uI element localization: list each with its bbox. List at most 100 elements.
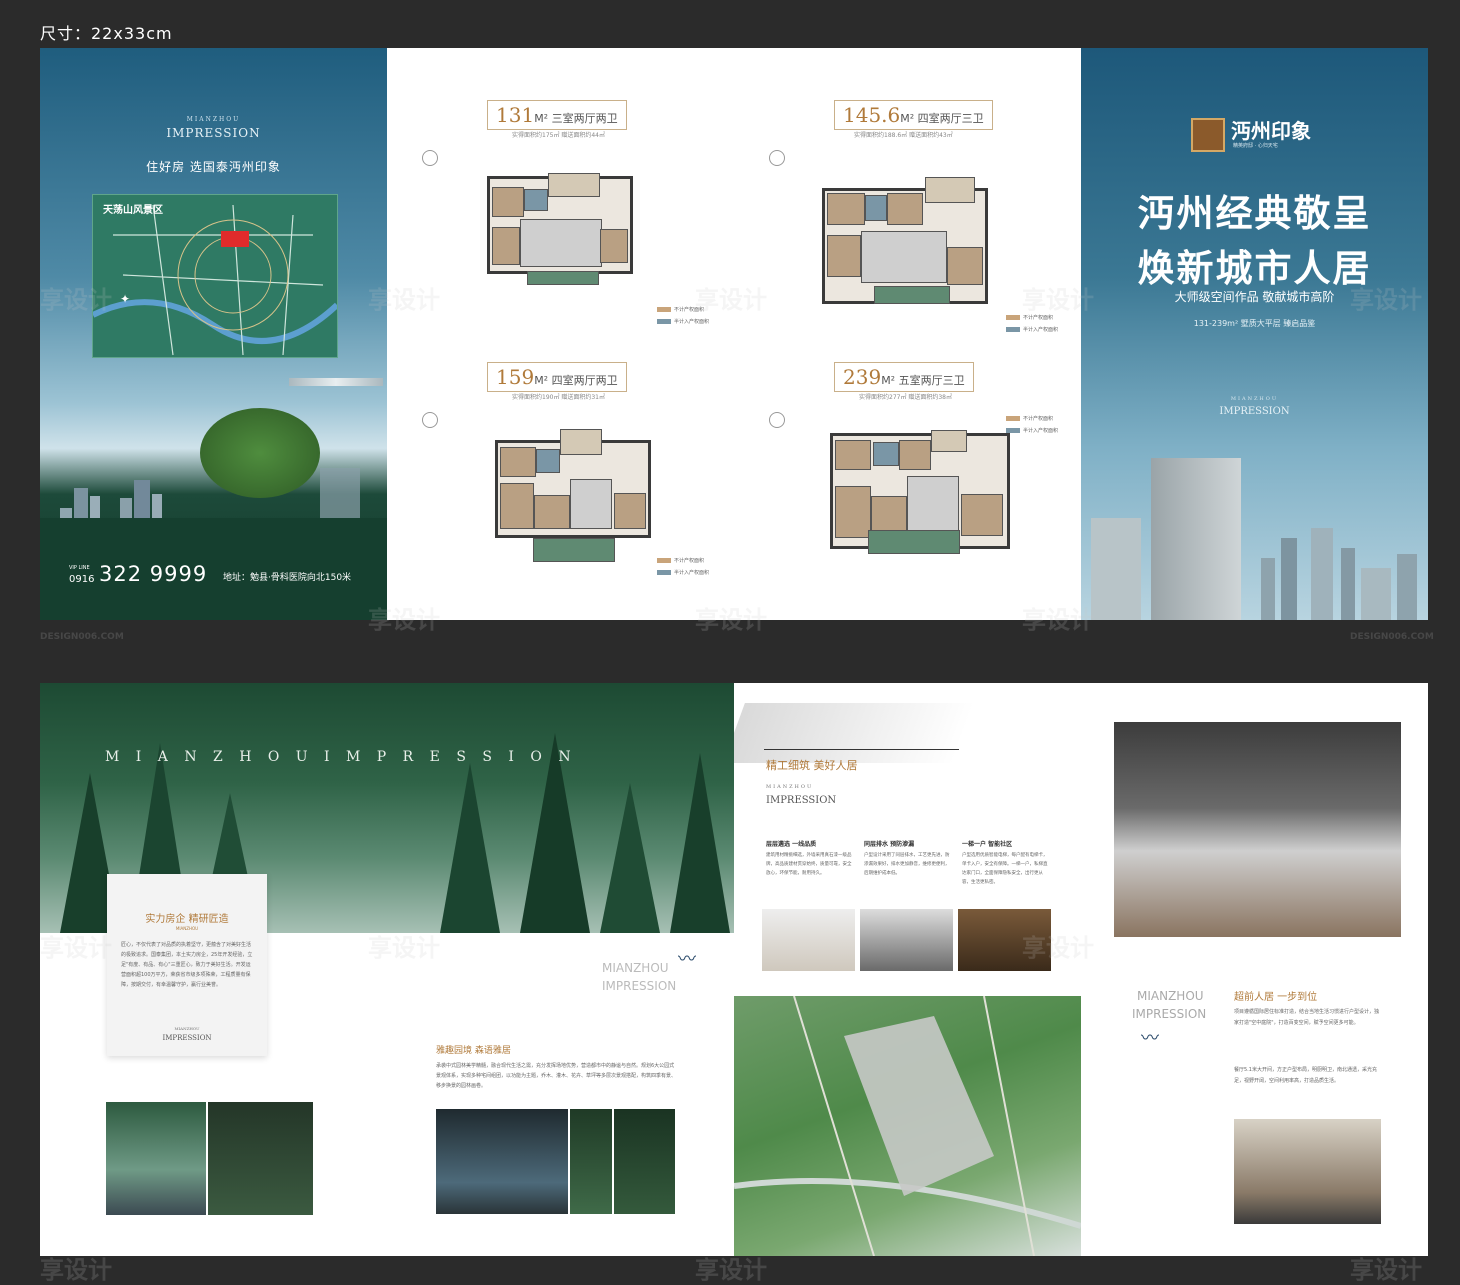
plan-unit: M² (881, 374, 896, 387)
plan-131-title: 131M² 三室两厅两卫 (487, 100, 627, 130)
legend-a-label: 不计产权面积 (1023, 416, 1054, 422)
plan-unit: M² (534, 374, 549, 387)
plan-rooms: 三室两厅两卫 (551, 112, 618, 125)
logo-text: 沔州印象 (1231, 119, 1311, 143)
balcony (533, 538, 615, 562)
plan-rooms: 五室两厅三卫 (898, 374, 965, 387)
interior-brand: IMPRESSION (1132, 1007, 1207, 1021)
location-map: ✦ 天荡山风景区 (92, 194, 338, 358)
interior-panel: MIANZHOU IMPRESSION 〰 超前人居 一步到位 项目遵循国际居住… (1081, 683, 1428, 1256)
legend-b: 半计入产权面积 (657, 318, 709, 325)
plan-131-drawing (487, 173, 633, 274)
card-body: 匠心，不仅代表了对品质的执着坚守，更蕴含了对美好生活的极致追求。国泰集团，本土实… (121, 942, 253, 988)
plan-area: 239 (843, 365, 882, 389)
area-code: 0916 (69, 574, 95, 585)
plan-239-title: 239M² 五室两厅三卫 (834, 362, 974, 392)
card-brand: IMPRESSION (162, 1034, 212, 1042)
compass-icon (769, 412, 785, 428)
plan-area: 145.6 (843, 103, 901, 127)
garden-photo-3 (436, 1109, 568, 1214)
brand-en: IMPRESSION (166, 126, 261, 140)
legend-a-label: 不计产权面积 (1023, 315, 1054, 321)
plan-159-drawing (495, 429, 651, 538)
slogan: 住好房 选国泰沔州印象 (146, 160, 281, 174)
brand-en-top: MIANZHOU (1230, 396, 1279, 402)
col2-title: 同层排水 预防渗漏 (864, 841, 915, 848)
cover-left-panel: MIANZHOU IMPRESSION 住好房 选国泰沔州印象 ✦ 天荡山风景区… (40, 48, 387, 620)
quality-title: 精工细筑 美好人居 (766, 759, 858, 772)
col3-title: 一梯一户 智能社区 (962, 841, 1013, 848)
interior-title: 超前人居 一步到位 (1234, 992, 1318, 1003)
svg-text:✦: ✦ (120, 292, 130, 306)
garden-photo-2 (208, 1102, 313, 1215)
tree-image (200, 408, 320, 498)
plan-area: 131 (496, 103, 535, 127)
garden-title: 雅趣园境 森语雅居 (436, 1046, 511, 1056)
garden-body: 承袭中式园林美学精髓，融合现代生活之需，充分发挥场地优势，营造都市中的静谧与自然… (436, 1063, 677, 1089)
mz-brand-top: MIANZHOU (602, 961, 669, 975)
garden-photo-4 (570, 1109, 612, 1214)
col1-title: 层层遴选 一线品质 (766, 841, 817, 848)
plan-145-title: 145.6M² 四室两厅三卫 (834, 100, 993, 130)
interior-body-1: 项目遵循国际居住标准打造，结合当地生活习惯进行户型设计，独家打造"空中庭院"，打… (1234, 1009, 1380, 1026)
swallow-icon: 〰 (1141, 1028, 1159, 1049)
plan-unit: M² (534, 112, 549, 125)
balcony (868, 530, 960, 554)
legend-b: 半计入产权面积 (1006, 326, 1058, 333)
plan-unit: M² (900, 112, 915, 125)
balcony (527, 271, 599, 285)
headline-2: 焕新城市人居 (1137, 246, 1372, 290)
watermark-url: DESIGN006.COM (1350, 632, 1434, 642)
plan-159-sub: 实得面积约190㎡ 赠送面积约31㎡ (512, 394, 605, 401)
plan-145-sub: 实得面积约188.6㎡ 赠送面积约43㎡ (854, 132, 953, 139)
col1-body: 建筑用材精挑细选，外墙采用真石漆一级品牌，高品质建材贯穿始终，质量可靠，安全放心… (766, 853, 852, 876)
aerial-photo (734, 996, 1081, 1256)
floorplan-panel-left: 131M² 三室两厅两卫 实得面积约175㎡ 赠送面积约44㎡ 不计产权面积 半… (387, 48, 734, 620)
quality-photo-2 (860, 909, 953, 971)
watermark-url: DESIGN006.COM (40, 632, 124, 642)
card-title: 实力房企 精研匠造 (145, 914, 229, 925)
company-card: 实力房企 精研匠造 MIANZHOU 匠心，不仅代表了对品质的执着坚守，更蕴含了… (107, 874, 267, 1056)
vip-label: VIP LINE (69, 565, 90, 571)
size-label: 尺寸：22x33cm (40, 24, 173, 43)
quality-photo-1 (762, 909, 855, 971)
logo-sub: 精英府邸 · 心归天宅 (1233, 143, 1278, 149)
logo-icon (1191, 118, 1225, 152)
compass-icon (422, 150, 438, 166)
legend-b: 半计入产权面积 (1006, 427, 1058, 434)
interior-body-2: 餐厅5.1米大开间，方正户型布局，明厨明卫，南北通透，采光充足，视野开阔，空间利… (1234, 1067, 1377, 1084)
plan-239-sub: 实得面积约277㎡ 赠送面积约38㎡ (859, 394, 952, 401)
plan-area: 159 (496, 365, 535, 389)
living-room-photo (1114, 722, 1401, 937)
floorplan-panel-right: 145.6M² 四室两厅三卫 实得面积约188.6㎡ 赠送面积约43㎡ 不计产权… (734, 48, 1081, 620)
forest-banner: M I A N Z H O U I M P R E S S I O N (105, 749, 577, 765)
map-title: 天荡山风景区 (103, 205, 163, 216)
legend-b: 半计入产权面积 (657, 569, 709, 576)
address: 地址：勉县·骨科医院向北150米 (223, 573, 352, 583)
legend-a: 不计产权面积 (657, 306, 704, 313)
quality-photo-3 (958, 909, 1051, 971)
green-base (40, 518, 387, 620)
card-brand-top: MIANZHOU (174, 1026, 200, 1031)
city-skyline (1261, 528, 1417, 620)
forest-spread-panel: M I A N Z H O U I M P R E S S I O N 实力房企… (40, 683, 734, 1256)
legend-b-label: 半计入产权面积 (1023, 428, 1059, 434)
balcony (874, 286, 950, 304)
plan-159-title: 159M² 四室两厅两卫 (487, 362, 627, 392)
legend-a: 不计产权面积 (1006, 415, 1053, 422)
plan-rooms: 四室两厅三卫 (917, 112, 984, 125)
plan-rooms: 四室两厅两卫 (551, 374, 618, 387)
plan-131-sub: 实得面积约175㎡ 赠送面积约44㎡ (512, 132, 605, 139)
quality-panel: 精工细筑 美好人居 MIANZHOU IMPRESSION 层层遴选 一线品质 … (734, 683, 1081, 1256)
quality-brand: IMPRESSION (766, 795, 837, 806)
tagline: 大师级空间作品 敬献城市高阶 (1174, 290, 1335, 304)
title-rule (764, 749, 959, 750)
ink-stroke (734, 703, 975, 763)
legend-b-label: 半计入产权面积 (674, 319, 710, 325)
compass-icon (422, 412, 438, 428)
cover-right-panel: 沔州印象 精英府邸 · 心归天宅 沔州经典敬呈 焕新城市人居 大师级空间作品 敬… (1081, 48, 1428, 620)
glass-ornament (289, 378, 383, 386)
interior-photo-2 (1234, 1119, 1381, 1224)
legend-b-label: 半计入产权面积 (1023, 327, 1059, 333)
brand-en-top: MIANZHOU (186, 116, 241, 123)
